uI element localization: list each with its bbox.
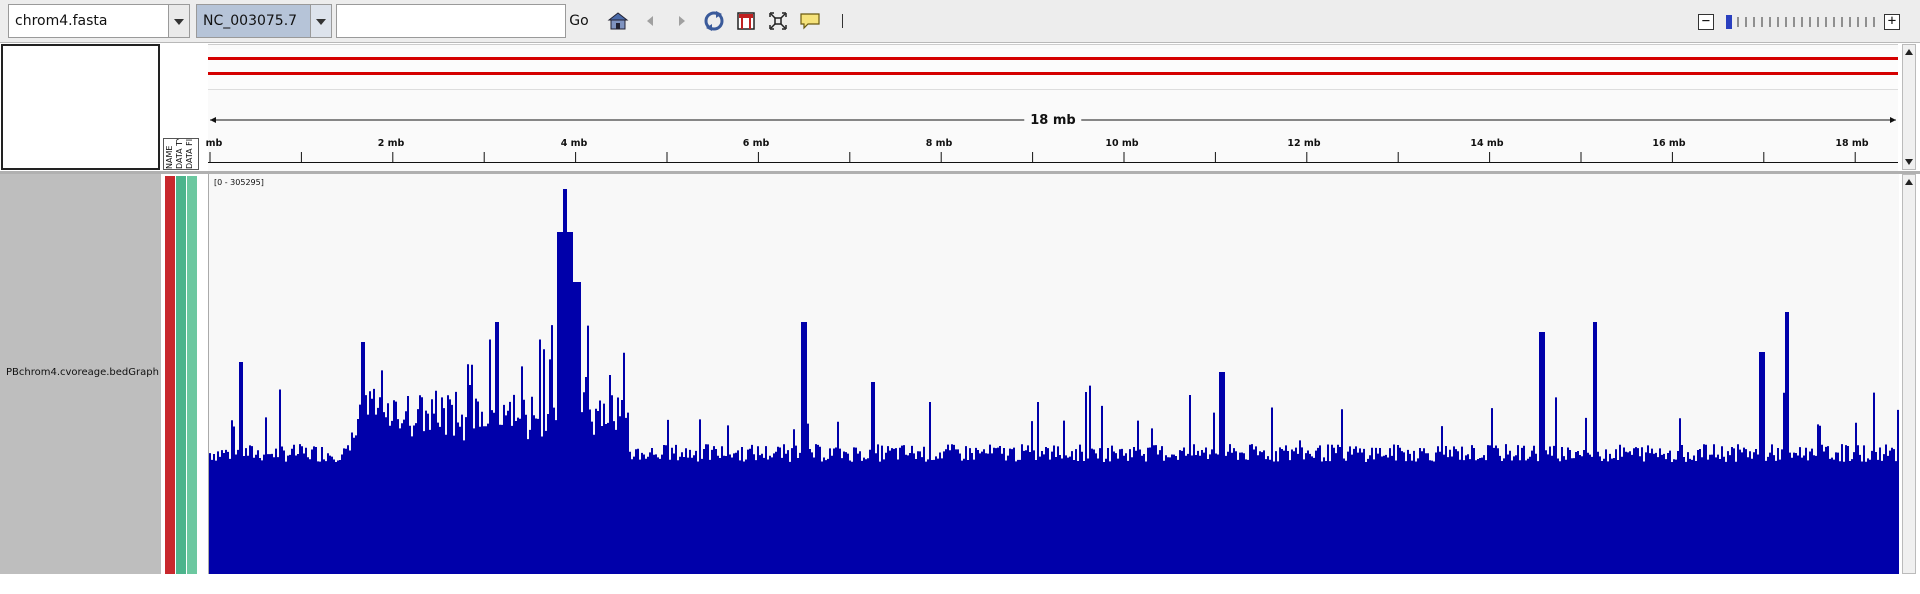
header-name-panel: [1, 44, 160, 170]
attribute-cell-data-file[interactable]: [187, 176, 197, 574]
zoom-in-button[interactable]: +: [1884, 14, 1900, 30]
ruler-graphics: [209, 117, 1896, 162]
data-scrollbar[interactable]: [1902, 174, 1916, 574]
chromosome-dropdown[interactable]: NC_003075.7: [196, 4, 332, 38]
coverage-bars: [209, 189, 1899, 574]
home-icon[interactable]: [606, 9, 630, 33]
attribute-header-name[interactable]: NAME: [165, 146, 174, 169]
attribute-header-data-type[interactable]: DATA TYPE: [175, 139, 184, 169]
attribute-cell-data-type[interactable]: [176, 176, 186, 574]
toolbar-separator: [842, 14, 843, 28]
attribute-header-panel: NAME DATA TYPE DATA FILE: [163, 44, 199, 170]
region-of-interest-icon[interactable]: [734, 9, 758, 33]
attribute-cell-name[interactable]: [165, 176, 175, 574]
empty-panel-area: [0, 574, 1920, 594]
track-name-label[interactable]: PBchrom4.cvoreage.bedGraph: [6, 367, 159, 378]
attribute-panel: [163, 174, 199, 594]
ruler-panel[interactable]: 18 mb mb 2 mb 4 mb 6 mb 8 mb 10 mb 12 mb…: [205, 44, 1898, 171]
tick-label: 6 mb: [742, 138, 770, 149]
locus-search-input[interactable]: [336, 4, 566, 38]
tick-label: mb: [205, 138, 223, 149]
tick-label: 18 mb: [1835, 138, 1869, 149]
attribute-header-box[interactable]: NAME DATA TYPE DATA FILE: [163, 138, 199, 170]
back-icon[interactable]: [638, 9, 662, 33]
refresh-icon[interactable]: [702, 9, 726, 33]
genome-value: chrom4.fasta: [15, 13, 108, 29]
scroll-up-icon[interactable]: [1905, 179, 1913, 185]
attribute-header-data-file[interactable]: DATA FILE: [185, 139, 194, 169]
fit-window-icon[interactable]: [766, 9, 790, 33]
scroll-down-icon[interactable]: [1905, 159, 1913, 165]
tick-label: 2 mb: [377, 138, 405, 149]
track-name-panel[interactable]: PBchrom4.cvoreage.bedGraph: [0, 174, 161, 574]
coverage-histogram: [209, 189, 1899, 574]
zoom-out-button[interactable]: −: [1698, 14, 1714, 30]
scale-label: 18 mb: [1024, 113, 1082, 128]
ruler-baseline: [208, 162, 1898, 163]
tick-label: 8 mb: [925, 138, 953, 149]
chevron-down-icon[interactable]: [168, 5, 189, 37]
tick-label: 14 mb: [1470, 138, 1504, 149]
header-scrollbar[interactable]: [1902, 44, 1916, 170]
tick-label: 16 mb: [1652, 138, 1686, 149]
chromosome-value: NC_003075.7: [203, 13, 298, 29]
scroll-up-icon[interactable]: [1905, 49, 1913, 55]
coverage-track[interactable]: [0 - 305295]: [208, 174, 1899, 574]
tick-label: 10 mb: [1105, 138, 1139, 149]
go-button[interactable]: Go: [566, 4, 592, 38]
popup-text-icon[interactable]: [798, 9, 822, 33]
data-range-label: [0 - 305295]: [214, 178, 264, 187]
forward-icon[interactable]: [670, 9, 694, 33]
tick-label: 12 mb: [1287, 138, 1321, 149]
chevron-down-icon[interactable]: [310, 5, 331, 37]
zoom-slider[interactable]: [1724, 14, 1882, 30]
tick-label: 4 mb: [560, 138, 588, 149]
genome-dropdown[interactable]: chrom4.fasta: [8, 4, 190, 38]
toolbar: chrom4.fasta NC_003075.7 Go − +: [0, 0, 1920, 43]
